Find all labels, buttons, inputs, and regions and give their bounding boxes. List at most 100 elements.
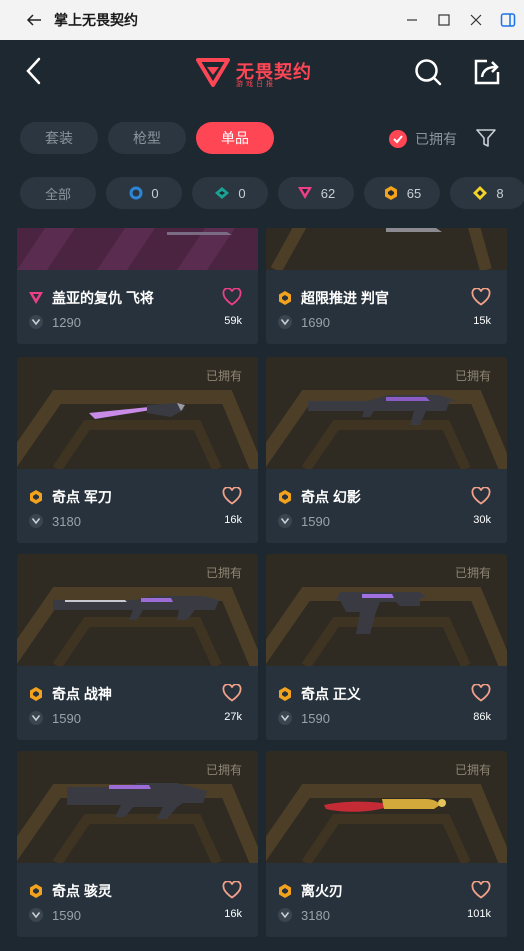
share-button[interactable]	[471, 56, 503, 88]
chip-pink-tier[interactable]: 62	[278, 177, 354, 209]
owned-tag: 已拥有	[205, 763, 242, 777]
like-button[interactable]	[471, 287, 491, 311]
owned-tag: 已拥有	[454, 369, 491, 383]
skin-name: 离火刃	[301, 883, 343, 899]
chip-orange-count: 65	[406, 185, 422, 201]
skin-card[interactable]: 已拥有 离火刃 3180 101k	[266, 751, 507, 937]
skin-card[interactable]: 已拥有 奇点 正义 1590 86k	[266, 554, 507, 740]
back-button[interactable]	[18, 54, 48, 88]
search-icon	[415, 59, 442, 86]
skin-price: 3180	[52, 513, 81, 529]
like-button[interactable]	[471, 683, 491, 707]
vp-currency-icon	[278, 711, 292, 725]
like-count: 15k	[473, 315, 491, 327]
orange-tier-icon	[30, 687, 42, 701]
arrow-left-icon	[26, 14, 41, 26]
skin-name: 奇点 军刀	[52, 489, 112, 505]
orange-tier-icon	[279, 291, 291, 305]
skin-card[interactable]: 已拥有 奇点 战神 1590 27k	[17, 554, 258, 740]
like-count: 86k	[473, 711, 491, 723]
chip-orange-tier[interactable]: 65	[364, 177, 440, 209]
like-count: 16k	[224, 514, 242, 526]
skin-price: 1590	[52, 710, 81, 726]
owned-tag: 已拥有	[454, 763, 491, 777]
tab-set[interactable]: 套装	[20, 122, 98, 154]
skin-card[interactable]: 已拥有 奇点 军刀 3180 16k	[17, 357, 258, 543]
skin-image	[17, 228, 258, 270]
owned-filter-toggle[interactable]: 已拥有	[389, 129, 457, 149]
yellow-tier-icon	[473, 186, 488, 200]
like-button[interactable]	[471, 486, 491, 510]
funnel-icon	[476, 129, 496, 147]
skin-card[interactable]: 盖亚的复仇 飞将 1290 59k	[17, 228, 258, 344]
tab-single-item[interactable]: 单品	[196, 122, 274, 154]
minimize-button[interactable]	[396, 0, 428, 40]
vp-currency-icon	[29, 711, 43, 725]
tier-filter-chips: 全部 0 0 62 65 8	[20, 177, 524, 209]
skin-artwork	[17, 228, 258, 270]
owned-filter-label: 已拥有	[415, 131, 457, 147]
skin-price: 1690	[301, 314, 330, 330]
owned-tag: 已拥有	[205, 369, 242, 383]
valorant-logo: 无畏契约 游戏日报	[196, 54, 328, 90]
skin-price: 1290	[52, 314, 81, 330]
sidebar-panel-icon	[500, 13, 516, 27]
owned-tag: 已拥有	[454, 566, 491, 580]
skin-card[interactable]: 已拥有 奇点 幻影 1590 30k	[266, 357, 507, 543]
owned-tag: 已拥有	[205, 566, 242, 580]
chip-all[interactable]: 全部	[20, 177, 96, 209]
filter-button[interactable]	[476, 128, 496, 153]
skin-price: 3180	[301, 907, 330, 923]
skin-card[interactable]: 已拥有 奇点 骇灵 1590 16k	[17, 751, 258, 937]
skin-card[interactable]: 超限推进 判官 1690 15k	[266, 228, 507, 344]
category-tabs: 套装 枪型 单品	[20, 122, 274, 156]
close-button[interactable]	[460, 0, 492, 40]
minimize-icon	[407, 19, 417, 21]
weapon-skin-grid: 盖亚的复仇 飞将 1290 59k 超限推进 判官 1690 15k 已拥有 奇…	[17, 228, 507, 951]
heart-icon	[222, 287, 242, 306]
window-titlebar: 掌上无畏契约	[0, 0, 524, 40]
like-button[interactable]	[471, 880, 491, 904]
heart-icon	[471, 287, 491, 306]
skin-name: 奇点 战神	[52, 686, 112, 702]
logo-mark-icon	[196, 58, 230, 87]
skin-name: 盖亚的复仇 飞将	[52, 290, 154, 306]
pink-tier-icon	[29, 292, 43, 304]
chip-green-tier[interactable]: 0	[192, 177, 268, 209]
like-count: 16k	[224, 908, 242, 920]
search-button[interactable]	[412, 56, 444, 88]
like-button[interactable]	[222, 287, 242, 311]
vp-currency-icon	[29, 514, 43, 528]
chip-blue-count: 0	[151, 185, 159, 201]
chip-yellow-tier[interactable]: 8	[450, 177, 524, 209]
like-button[interactable]	[222, 880, 242, 904]
like-button[interactable]	[222, 486, 242, 510]
close-icon	[470, 14, 482, 26]
skin-image	[266, 228, 507, 270]
heart-icon	[222, 880, 242, 899]
vp-currency-icon	[29, 315, 43, 329]
orange-tier-icon	[279, 490, 291, 504]
app-header: 无畏契约 游戏日报	[0, 40, 524, 104]
like-count: 27k	[224, 711, 242, 723]
maximize-icon	[438, 14, 450, 26]
like-count: 101k	[467, 908, 491, 920]
skin-name: 奇点 骇灵	[52, 883, 112, 899]
window-back-button[interactable]	[14, 0, 54, 40]
like-button[interactable]	[222, 683, 242, 707]
chip-blue-tier[interactable]: 0	[106, 177, 182, 209]
skin-name: 奇点 正义	[301, 686, 361, 702]
app-content: 无畏契约 游戏日报 套装 枪型 单品 已拥有 全部 0 0 62 65 8 盖亚…	[0, 40, 524, 951]
skin-price: 1590	[301, 710, 330, 726]
maximize-button[interactable]	[428, 0, 460, 40]
skin-artwork	[266, 228, 507, 270]
sidebar-toggle-button[interactable]	[492, 0, 524, 40]
orange-tier-icon	[279, 884, 291, 898]
orange-tier-icon	[30, 884, 42, 898]
tab-gun-type[interactable]: 枪型	[108, 122, 186, 154]
green-tier-icon	[215, 187, 230, 199]
heart-icon	[471, 683, 491, 702]
heart-icon	[222, 683, 242, 702]
orange-tier-icon	[30, 490, 42, 504]
chip-green-count: 0	[238, 185, 246, 201]
